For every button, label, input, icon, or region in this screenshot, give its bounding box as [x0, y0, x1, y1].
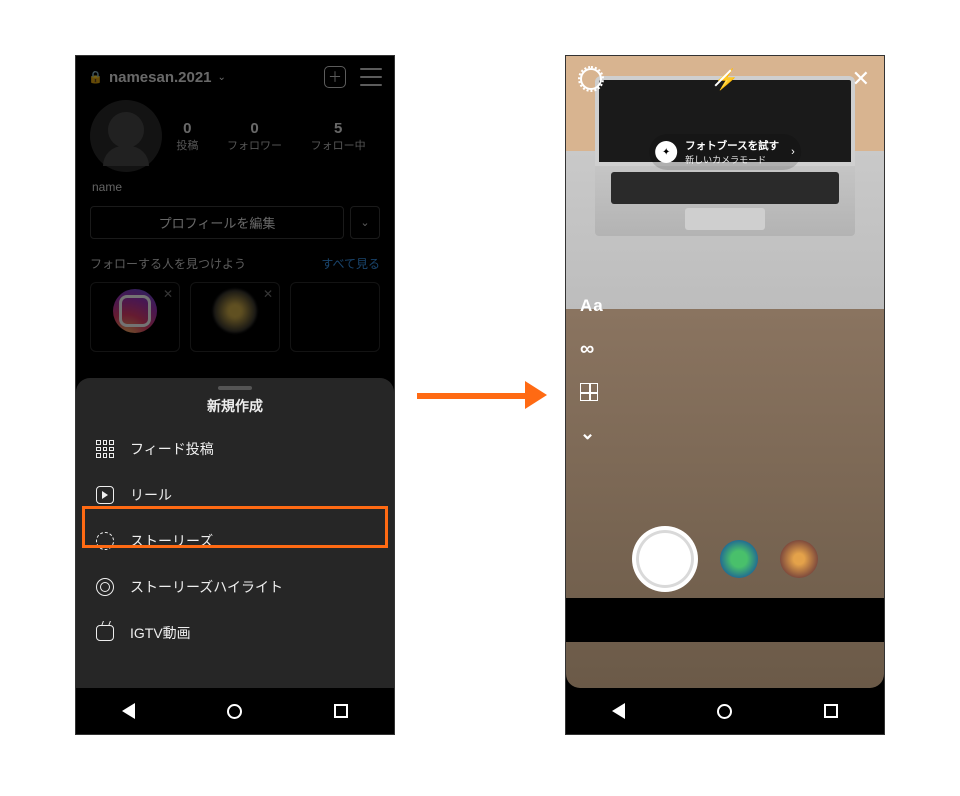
phone-right: ⚡ ✕ ✦ フォトブースを試す 新しいカメラモード › Aa ∞ ⌄ [565, 55, 885, 735]
instagram-icon [113, 289, 157, 333]
sheet-item-highlight[interactable]: ストーリーズハイライト [76, 564, 394, 610]
photobooth-icon: ✦ [655, 141, 677, 163]
close-icon[interactable]: ✕ [163, 287, 173, 301]
photobooth-promo[interactable]: ✦ フォトブースを試す 新しいカメラモード › [649, 134, 801, 170]
suggestion-card[interactable]: ✕ [90, 282, 180, 352]
nav-home-button[interactable] [717, 704, 732, 719]
sheet-title: 新規作成 [76, 396, 394, 426]
shutter-button[interactable] [632, 526, 698, 592]
sheet-item-label: フィード投稿 [130, 439, 214, 459]
android-navbar [76, 688, 394, 734]
username-label[interactable]: namesan.2021 [109, 69, 212, 86]
discover-toggle-button[interactable]: ⌄ [350, 206, 380, 239]
igtv-icon [94, 622, 116, 644]
dimmed-background: 🔒 namesan.2021 ⌄ ＋ 0 投稿 0 [76, 56, 394, 352]
edit-profile-button[interactable]: プロフィールを編集 [90, 206, 344, 239]
grid-icon [94, 438, 116, 460]
chevron-right-icon: › [791, 146, 795, 158]
annotation-arrow [417, 385, 547, 405]
sheet-handle[interactable] [218, 386, 252, 390]
display-name: name [76, 172, 394, 198]
close-icon[interactable]: ✕ [263, 287, 273, 301]
story-icon [94, 530, 116, 552]
story-tools: Aa ∞ ⌄ [580, 296, 604, 444]
text-tool-button[interactable]: Aa [580, 296, 604, 316]
promo-subtitle: 新しいカメラモード [685, 153, 779, 166]
sheet-item-label: ストーリーズハイライト [130, 577, 283, 597]
stat-followers[interactable]: 0 フォロワー [227, 120, 282, 153]
flash-off-icon[interactable]: ⚡ [714, 67, 739, 92]
sheet-item-igtv[interactable]: IGTV動画 [76, 610, 394, 656]
sheet-item-feed[interactable]: フィード投稿 [76, 426, 394, 472]
screen: 🔒 namesan.2021 ⌄ ＋ 0 投稿 0 [76, 56, 394, 734]
avatar[interactable] [90, 100, 162, 172]
chevron-down-icon[interactable]: ⌄ [218, 72, 226, 83]
stat-following[interactable]: 5 フォロー中 [311, 120, 366, 153]
sheet-item-reel[interactable]: リール [76, 472, 394, 518]
profile-row: 0 投稿 0 フォロワー 5 フォロー中 [76, 96, 394, 172]
settings-icon[interactable] [580, 68, 602, 90]
profile-header: 🔒 namesan.2021 ⌄ ＋ [76, 56, 394, 96]
discover-see-all-link[interactable]: すべて見る [321, 255, 380, 272]
suggestion-card[interactable] [290, 282, 380, 352]
discover-label: フォローする人を見つけよう [90, 255, 246, 272]
bottom-black-bar [566, 598, 884, 642]
highlight-icon [94, 576, 116, 598]
nav-back-button[interactable] [122, 703, 135, 719]
reel-icon [94, 484, 116, 506]
nav-home-button[interactable] [227, 704, 242, 719]
camera-viewfinder: ⚡ ✕ ✦ フォトブースを試す 新しいカメラモード › Aa ∞ ⌄ [566, 56, 884, 688]
menu-button[interactable] [360, 68, 382, 86]
sheet-item-label: ストーリーズ [130, 531, 213, 551]
nav-recents-button[interactable] [824, 704, 838, 718]
layout-tool-button[interactable] [580, 383, 598, 401]
nav-back-button[interactable] [612, 703, 625, 719]
screen: ⚡ ✕ ✦ フォトブースを試す 新しいカメラモード › Aa ∞ ⌄ [566, 56, 884, 734]
promo-title: フォトブースを試す [685, 138, 779, 153]
chevron-down-icon[interactable]: ⌄ [580, 423, 604, 444]
effect-thumbnail[interactable] [720, 540, 758, 578]
lock-icon: 🔒 [88, 70, 103, 84]
create-button[interactable]: ＋ [324, 66, 346, 88]
avatar-icon [213, 289, 257, 333]
android-navbar [566, 688, 884, 734]
sheet-item-label: リール [130, 485, 172, 505]
stat-posts[interactable]: 0 投稿 [176, 120, 198, 153]
boomerang-tool-button[interactable]: ∞ [580, 338, 604, 361]
sheet-item-story[interactable]: ストーリーズ [76, 518, 394, 564]
close-icon[interactable]: ✕ [852, 66, 870, 92]
suggestion-card[interactable]: ✕ [190, 282, 280, 352]
create-bottom-sheet: 新規作成 フィード投稿 リール ストーリーズ ストーリーズハイライト IGTV動… [76, 378, 394, 688]
sheet-item-label: IGTV動画 [130, 623, 191, 643]
phone-left: 🔒 namesan.2021 ⌄ ＋ 0 投稿 0 [75, 55, 395, 735]
nav-recents-button[interactable] [334, 704, 348, 718]
effect-thumbnail[interactable] [780, 540, 818, 578]
